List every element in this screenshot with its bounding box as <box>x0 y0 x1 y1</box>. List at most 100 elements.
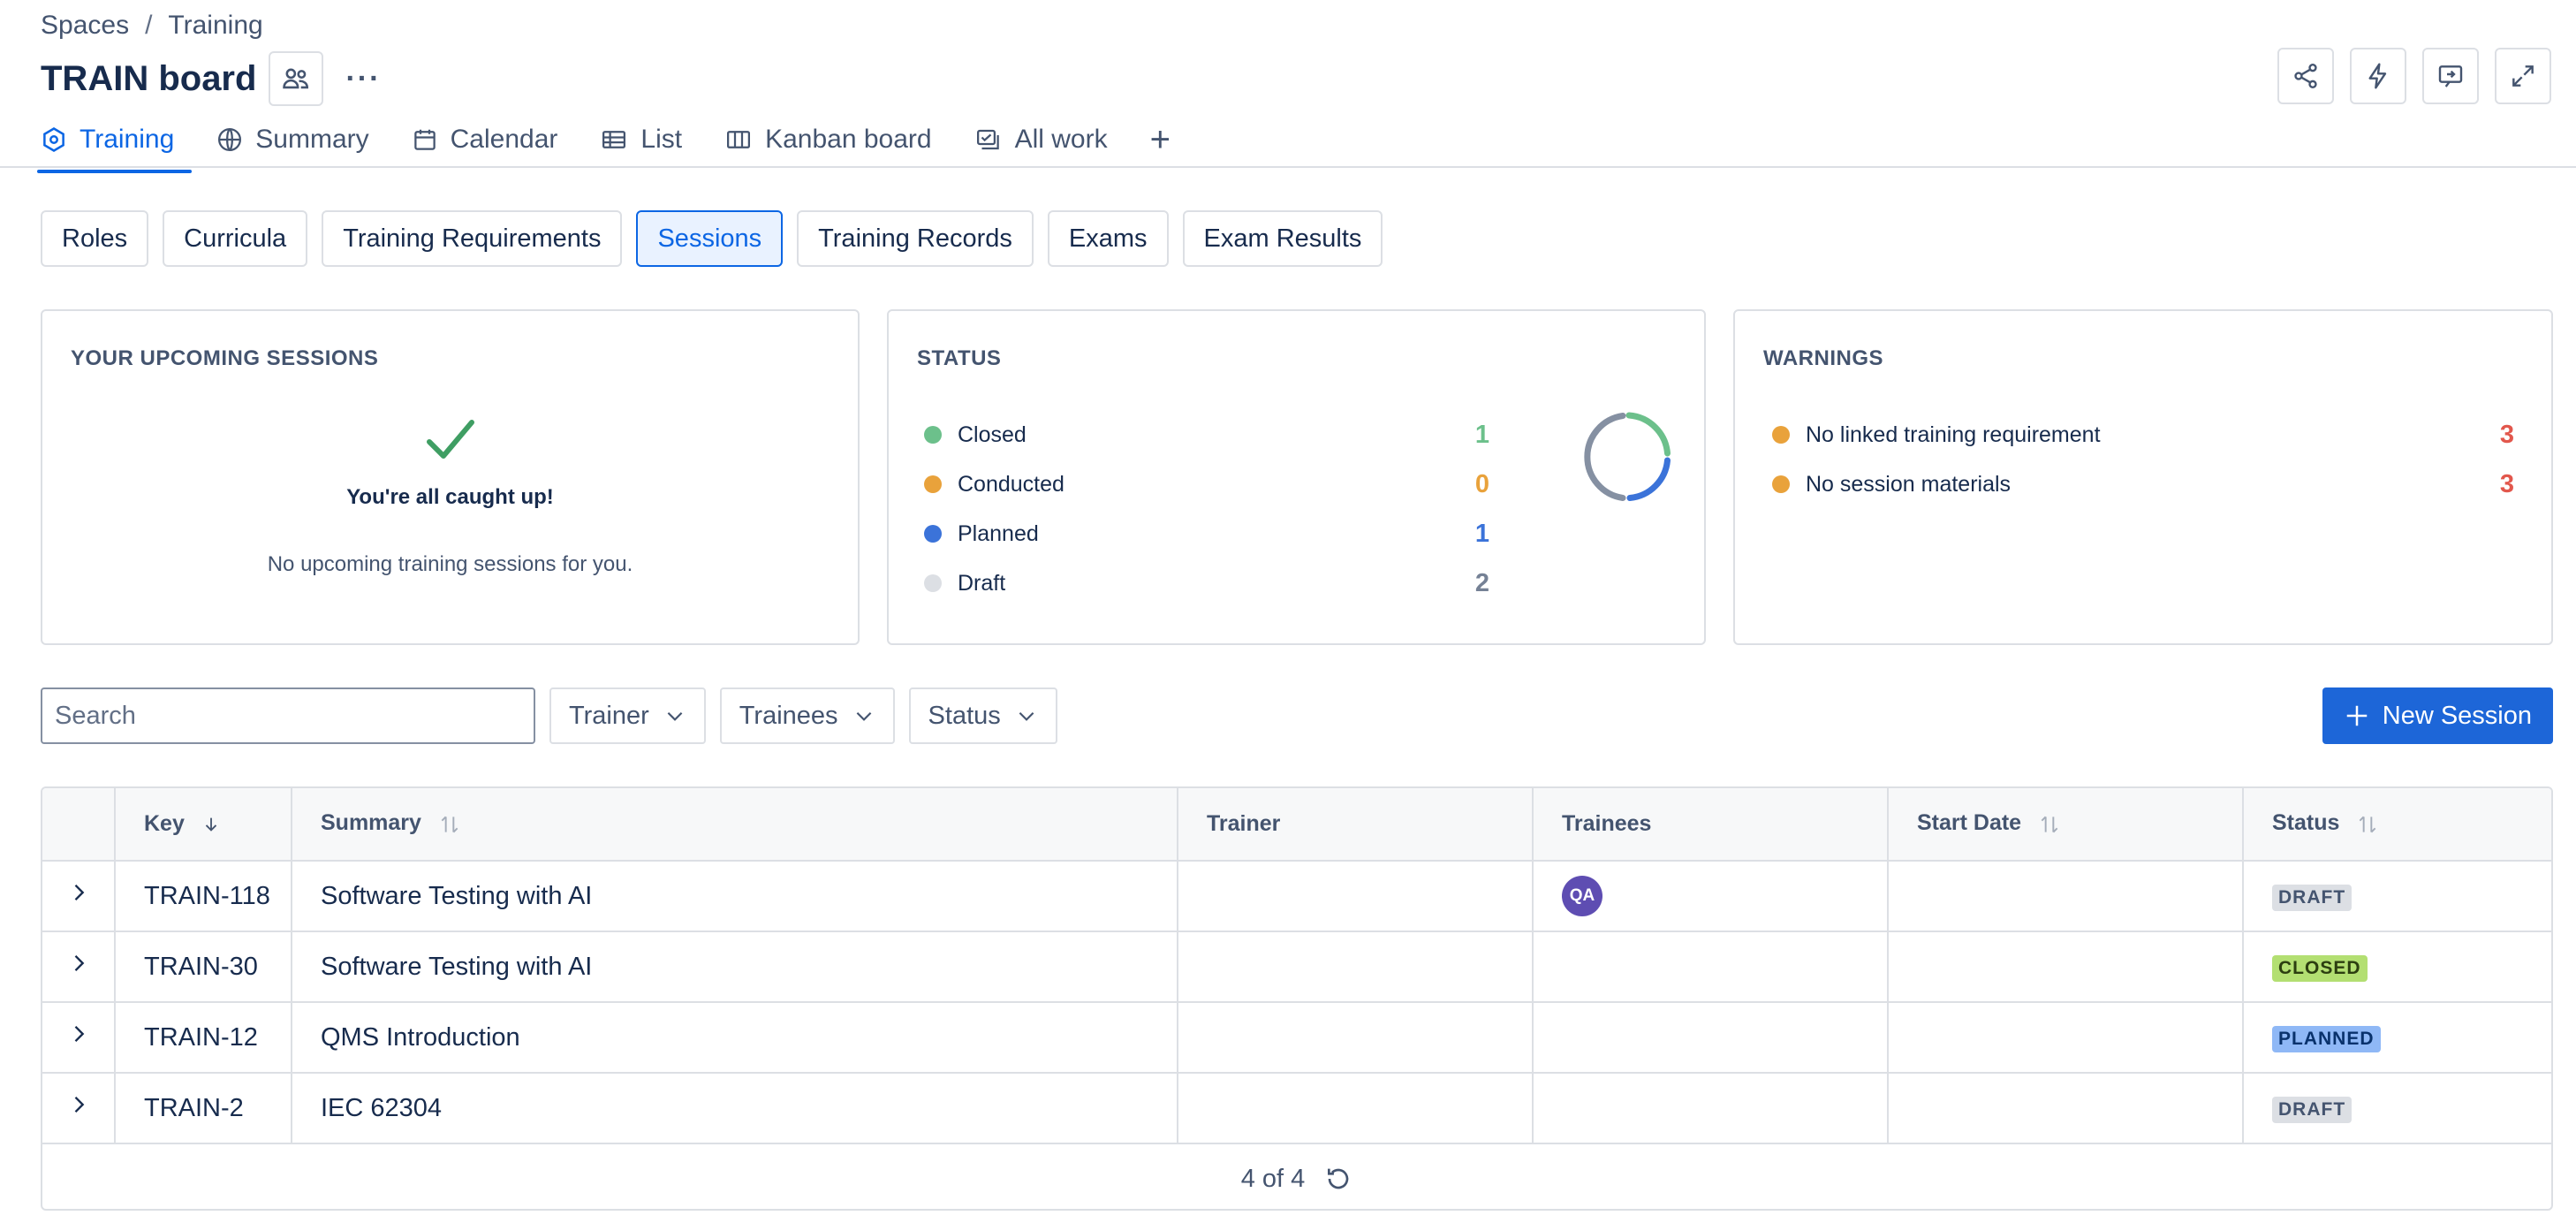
expand-row-button[interactable] <box>42 1073 116 1144</box>
header-trainees[interactable]: Trainees <box>1533 788 1889 862</box>
tab-training[interactable]: Training <box>36 115 195 173</box>
subnav-exams[interactable]: Exams <box>1047 210 1169 267</box>
subnav-training-records[interactable]: Training Records <box>797 210 1034 267</box>
header-expand <box>42 788 116 862</box>
status-list: Closed 1 Conducted 0 Planned 1 Draft 2 <box>924 410 1489 608</box>
subnav-training-requirements[interactable]: Training Requirements <box>322 210 623 267</box>
cell-key[interactable]: TRAIN-30 <box>115 931 292 1003</box>
subnav-curricula[interactable]: Curricula <box>163 210 308 267</box>
add-view-button[interactable]: + <box>1150 122 1171 157</box>
chevron-down-icon <box>856 711 871 721</box>
share-button[interactable] <box>2277 48 2334 104</box>
table-row[interactable]: TRAIN-30 Software Testing with AI CLOSED <box>42 931 2551 1003</box>
sort-icon <box>441 816 458 833</box>
tab-kanban-board[interactable]: Kanban board <box>724 115 953 164</box>
new-session-button[interactable]: New Session <box>2322 687 2553 744</box>
more-actions-button[interactable]: ··· <box>336 51 391 106</box>
filter-label: Trainees <box>739 701 838 730</box>
feedback-button[interactable] <box>2422 48 2479 104</box>
tab-summary[interactable]: Summary <box>216 115 390 164</box>
header-summary[interactable]: Summary <box>292 788 1178 862</box>
tab-label: Calendar <box>450 125 558 154</box>
tab-divider <box>0 166 2576 168</box>
status-dot <box>924 426 942 444</box>
card-title: STATUS <box>917 346 1002 370</box>
status-card: STATUS Closed 1 Conducted 0 Planned 1 Dr… <box>887 309 1706 645</box>
cell-summary[interactable]: QMS Introduction <box>292 1002 1178 1074</box>
warning-row-no-session-materials[interactable]: No session materials 3 <box>1772 460 2514 509</box>
avatar[interactable]: QA <box>1562 876 1602 916</box>
status-count: 1 <box>1474 420 1489 449</box>
team-button[interactable] <box>269 51 324 106</box>
expand-row-button[interactable] <box>42 931 116 1003</box>
tab-all-work[interactable]: All work <box>974 115 1129 164</box>
table-row[interactable]: TRAIN-12 QMS Introduction PLANNED <box>42 1002 2551 1074</box>
search-input[interactable] <box>41 687 535 744</box>
chevron-right-icon <box>74 1097 84 1113</box>
status-dot <box>924 574 942 592</box>
header-key[interactable]: Key <box>115 788 292 862</box>
cell-summary[interactable]: Software Testing with AI <box>292 931 1178 1003</box>
warning-label: No linked training requirement <box>1806 422 2101 447</box>
plus-icon <box>2346 705 2367 726</box>
filter-label: Trainer <box>569 701 649 730</box>
top-actions <box>2277 48 2551 104</box>
cell-summary[interactable]: IEC 62304 <box>292 1073 1178 1144</box>
tab-list[interactable]: List <box>600 115 703 164</box>
trainer-filter[interactable]: Trainer <box>549 687 706 744</box>
status-badge: PLANNED <box>2272 1026 2381 1052</box>
caught-up-message: You're all caught up! No upcoming traini… <box>42 417 858 577</box>
status-row-closed[interactable]: Closed 1 <box>924 410 1489 460</box>
cell-status: DRAFT <box>2243 861 2551 932</box>
status-count: 0 <box>1474 469 1489 498</box>
breadcrumb-spaces[interactable]: Spaces <box>41 11 129 41</box>
cell-summary[interactable]: Software Testing with AI <box>292 861 1178 932</box>
donut-segment-closed <box>1625 412 1671 457</box>
status-row-conducted[interactable]: Conducted 0 <box>924 460 1489 509</box>
filter-bar: Trainer Trainees Status <box>41 687 1057 744</box>
table-row[interactable]: TRAIN-118 Software Testing with AI QA DR… <box>42 861 2551 932</box>
status-row-planned[interactable]: Planned 1 <box>924 509 1489 558</box>
header-status[interactable]: Status <box>2243 788 2551 862</box>
automation-button[interactable] <box>2350 48 2406 104</box>
view-tabs: Training Summary Calendar List Kanban bo… <box>36 115 1171 173</box>
fullscreen-button[interactable] <box>2495 48 2551 104</box>
globe-icon <box>218 128 242 151</box>
card-title: WARNINGS <box>1763 346 1883 370</box>
expand-row-button[interactable] <box>42 861 116 932</box>
tab-calendar[interactable]: Calendar <box>412 115 580 164</box>
table-header-row: Key Summary Trainer Trainees Start Date … <box>42 788 2551 862</box>
table-row[interactable]: TRAIN-2 IEC 62304 DRAFT <box>42 1073 2551 1144</box>
status-label: Closed <box>958 422 1027 447</box>
status-dot <box>924 475 942 493</box>
subnav-sessions[interactable]: Sessions <box>636 210 784 267</box>
header-start-date[interactable]: Start Date <box>1888 788 2244 862</box>
status-badge: CLOSED <box>2272 955 2368 982</box>
cell-key[interactable]: TRAIN-118 <box>115 861 292 932</box>
warning-label: No session materials <box>1806 471 2012 497</box>
status-donut-chart <box>1584 412 1671 501</box>
status-row-draft[interactable]: Draft 2 <box>924 558 1489 608</box>
chevron-down-icon <box>1019 711 1034 721</box>
cell-key[interactable]: TRAIN-2 <box>115 1073 292 1144</box>
row-count: 4 of 4 <box>1240 1164 1306 1193</box>
header-trainer[interactable]: Trainer <box>1178 788 1534 862</box>
subnav-exam-results[interactable]: Exam Results <box>1182 210 1383 267</box>
work-items-icon <box>976 129 999 150</box>
expand-row-button[interactable] <box>42 1002 116 1074</box>
status-filter[interactable]: Status <box>908 687 1057 744</box>
cell-key[interactable]: TRAIN-12 <box>115 1002 292 1074</box>
title-row: TRAIN board ··· <box>41 51 391 106</box>
refresh-icon[interactable] <box>1324 1165 1352 1193</box>
status-dot <box>924 525 942 543</box>
warning-row-no-linked-requirement[interactable]: No linked training requirement 3 <box>1772 410 2514 460</box>
tab-label: Summary <box>255 125 369 154</box>
status-label: Planned <box>958 520 1039 546</box>
more-icon: ··· <box>345 61 382 95</box>
status-badge: DRAFT <box>2272 1097 2352 1123</box>
trainees-filter[interactable]: Trainees <box>719 687 895 744</box>
cell-trainees <box>1533 1002 1889 1074</box>
subnav-roles[interactable]: Roles <box>41 210 149 267</box>
breadcrumb-separator: / <box>145 11 153 40</box>
breadcrumb-training[interactable]: Training <box>168 11 262 41</box>
